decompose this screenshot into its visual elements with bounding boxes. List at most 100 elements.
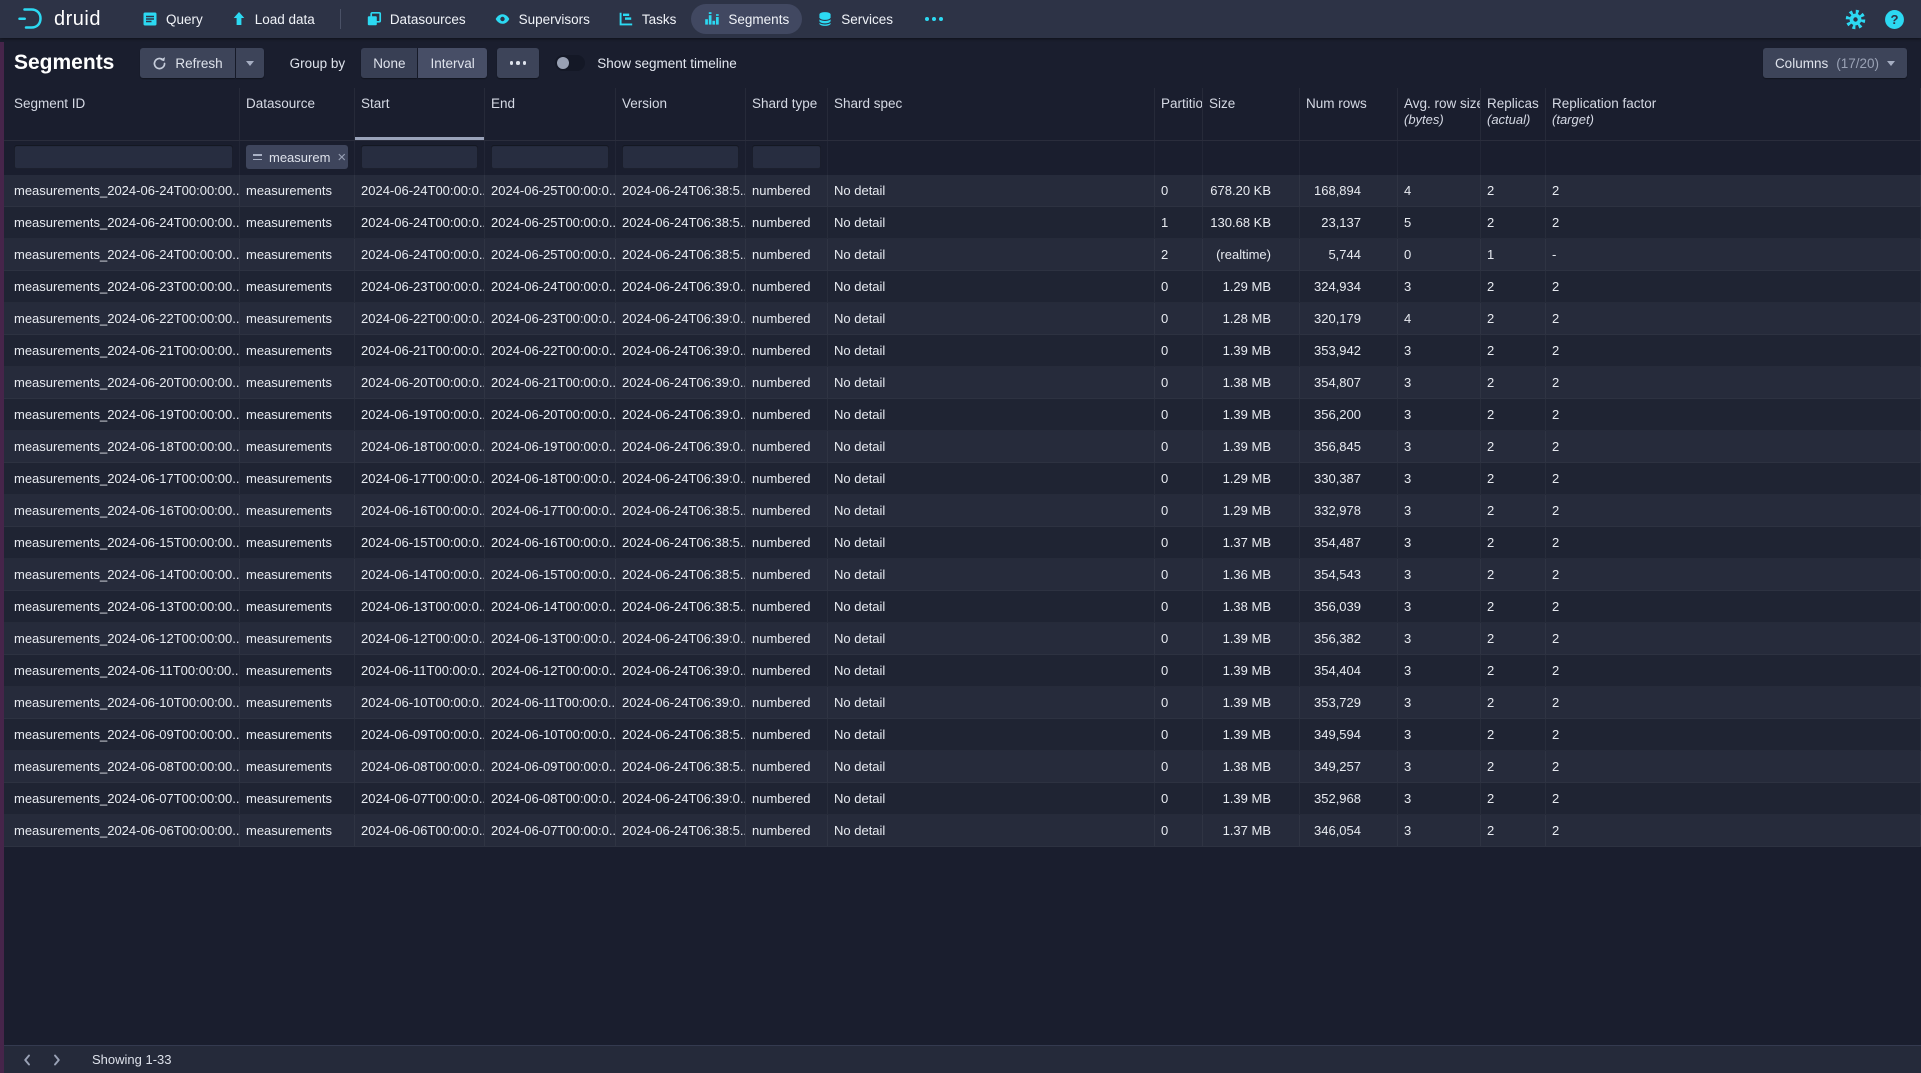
cell-shard-type[interactable]: numbered — [746, 335, 828, 366]
cell-version[interactable]: 2024-06-24T06:38:5... — [616, 239, 746, 270]
cell-end[interactable]: 2024-06-19T00:00:0... — [485, 431, 616, 462]
cell-replicas[interactable]: 2 — [1481, 271, 1546, 302]
cell-num-rows[interactable]: 330,387 — [1300, 463, 1398, 494]
cell-end[interactable]: 2024-06-25T00:00:0... — [485, 239, 616, 270]
cell-start[interactable]: 2024-06-16T00:00:0... — [355, 495, 485, 526]
nav-item-supervisors[interactable]: Supervisors — [481, 4, 603, 34]
cell-shard-spec[interactable]: No detail — [828, 687, 1155, 718]
group-by-none-button[interactable]: None — [361, 48, 417, 78]
cell-datasource[interactable]: measurements — [240, 271, 355, 302]
column-header-size[interactable]: Size — [1203, 88, 1300, 140]
cell-shard-type[interactable]: numbered — [746, 367, 828, 398]
cell-end[interactable]: 2024-06-09T00:00:0... — [485, 751, 616, 782]
cell-start[interactable]: 2024-06-12T00:00:0... — [355, 623, 485, 654]
cell-segment-id[interactable]: measurements_2024-06-24T00:00:00.... — [0, 207, 240, 238]
cell-start[interactable]: 2024-06-15T00:00:0... — [355, 527, 485, 558]
nav-item-tasks[interactable]: Tasks — [605, 4, 690, 34]
cell-datasource[interactable]: measurements — [240, 559, 355, 590]
filter-input-segment-id[interactable] — [14, 145, 233, 169]
cell-shard-type[interactable]: numbered — [746, 751, 828, 782]
column-header-version[interactable]: Version — [616, 88, 746, 140]
cell-size[interactable]: 130.68 KB — [1203, 207, 1300, 238]
cell-partition[interactable]: 0 — [1155, 751, 1203, 782]
cell-replicas[interactable]: 2 — [1481, 527, 1546, 558]
refresh-button[interactable]: Refresh — [140, 48, 234, 78]
cell-shard-spec[interactable]: No detail — [828, 719, 1155, 750]
cell-replicas[interactable]: 2 — [1481, 335, 1546, 366]
cell-shard-type[interactable]: numbered — [746, 591, 828, 622]
cell-end[interactable]: 2024-06-08T00:00:0... — [485, 783, 616, 814]
columns-button[interactable]: Columns (17/20) — [1763, 48, 1907, 78]
cell-avg-row-size[interactable]: 3 — [1398, 399, 1481, 430]
cell-version[interactable]: 2024-06-24T06:39:0... — [616, 303, 746, 334]
cell-replication-factor[interactable]: 2 — [1546, 783, 1921, 814]
cell-partition[interactable]: 0 — [1155, 527, 1203, 558]
cell-segment-id[interactable]: measurements_2024-06-24T00:00:00.... — [0, 175, 240, 206]
cell-num-rows[interactable]: 332,978 — [1300, 495, 1398, 526]
cell-shard-type[interactable]: numbered — [746, 623, 828, 654]
cell-start[interactable]: 2024-06-22T00:00:0... — [355, 303, 485, 334]
cell-partition[interactable]: 0 — [1155, 783, 1203, 814]
cell-avg-row-size[interactable]: 3 — [1398, 271, 1481, 302]
cell-replication-factor[interactable]: 2 — [1546, 559, 1921, 590]
cell-version[interactable]: 2024-06-24T06:38:5... — [616, 175, 746, 206]
cell-avg-row-size[interactable]: 4 — [1398, 303, 1481, 334]
cell-version[interactable]: 2024-06-24T06:38:5... — [616, 495, 746, 526]
cell-partition[interactable]: 0 — [1155, 623, 1203, 654]
cell-shard-spec[interactable]: No detail — [828, 271, 1155, 302]
refresh-caret-button[interactable] — [236, 48, 264, 78]
cell-partition[interactable]: 0 — [1155, 495, 1203, 526]
cell-size[interactable]: 1.38 MB — [1203, 751, 1300, 782]
cell-start[interactable]: 2024-06-13T00:00:0... — [355, 591, 485, 622]
cell-version[interactable]: 2024-06-24T06:38:5... — [616, 751, 746, 782]
cell-version[interactable]: 2024-06-24T06:39:0... — [616, 623, 746, 654]
cell-shard-type[interactable]: numbered — [746, 655, 828, 686]
cell-size[interactable]: 1.39 MB — [1203, 399, 1300, 430]
cell-num-rows[interactable]: 320,179 — [1300, 303, 1398, 334]
cell-shard-spec[interactable]: No detail — [828, 751, 1155, 782]
pagination-prev-button[interactable] — [14, 1048, 40, 1072]
cell-replication-factor[interactable]: 2 — [1546, 815, 1921, 846]
cell-datasource[interactable]: measurements — [240, 367, 355, 398]
cell-replication-factor[interactable]: 2 — [1546, 463, 1921, 494]
cell-segment-id[interactable]: measurements_2024-06-14T00:00:00.... — [0, 559, 240, 590]
cell-num-rows[interactable]: 356,039 — [1300, 591, 1398, 622]
cell-shard-spec[interactable]: No detail — [828, 207, 1155, 238]
cell-replication-factor[interactable]: 2 — [1546, 655, 1921, 686]
cell-start[interactable]: 2024-06-20T00:00:0... — [355, 367, 485, 398]
cell-start[interactable]: 2024-06-19T00:00:0... — [355, 399, 485, 430]
nav-item-load-data[interactable]: Load data — [218, 4, 328, 34]
cell-start[interactable]: 2024-06-11T00:00:0... — [355, 655, 485, 686]
cell-replicas[interactable]: 2 — [1481, 655, 1546, 686]
segment-timeline-toggle[interactable] — [555, 55, 585, 71]
cell-num-rows[interactable]: 354,487 — [1300, 527, 1398, 558]
cell-partition[interactable]: 0 — [1155, 335, 1203, 366]
cell-segment-id[interactable]: measurements_2024-06-12T00:00:00.... — [0, 623, 240, 654]
settings-gear-icon[interactable] — [1845, 9, 1866, 30]
cell-num-rows[interactable]: 353,729 — [1300, 687, 1398, 718]
cell-replication-factor[interactable]: 2 — [1546, 399, 1921, 430]
cell-shard-spec[interactable]: No detail — [828, 783, 1155, 814]
cell-replication-factor[interactable]: 2 — [1546, 431, 1921, 462]
cell-version[interactable]: 2024-06-24T06:38:5... — [616, 591, 746, 622]
cell-replicas[interactable]: 2 — [1481, 687, 1546, 718]
cell-replication-factor[interactable]: 2 — [1546, 591, 1921, 622]
cell-replication-factor[interactable]: 2 — [1546, 751, 1921, 782]
cell-shard-spec[interactable]: No detail — [828, 623, 1155, 654]
column-header-shard-type[interactable]: Shard type — [746, 88, 828, 140]
cell-partition[interactable]: 0 — [1155, 559, 1203, 590]
filter-input-version[interactable] — [622, 145, 739, 169]
cell-segment-id[interactable]: measurements_2024-06-20T00:00:00.... — [0, 367, 240, 398]
column-header-replication-factor[interactable]: Replication factor(target) — [1546, 88, 1921, 140]
cell-num-rows[interactable]: 168,894 — [1300, 175, 1398, 206]
cell-size[interactable]: 1.39 MB — [1203, 783, 1300, 814]
column-header-partition[interactable]: Partition — [1155, 88, 1203, 140]
cell-datasource[interactable]: measurements — [240, 719, 355, 750]
cell-partition[interactable]: 0 — [1155, 271, 1203, 302]
cell-partition[interactable]: 0 — [1155, 303, 1203, 334]
cell-end[interactable]: 2024-06-10T00:00:0... — [485, 719, 616, 750]
cell-replicas[interactable]: 2 — [1481, 367, 1546, 398]
cell-num-rows[interactable]: 324,934 — [1300, 271, 1398, 302]
cell-avg-row-size[interactable]: 3 — [1398, 559, 1481, 590]
cell-start[interactable]: 2024-06-08T00:00:0... — [355, 751, 485, 782]
